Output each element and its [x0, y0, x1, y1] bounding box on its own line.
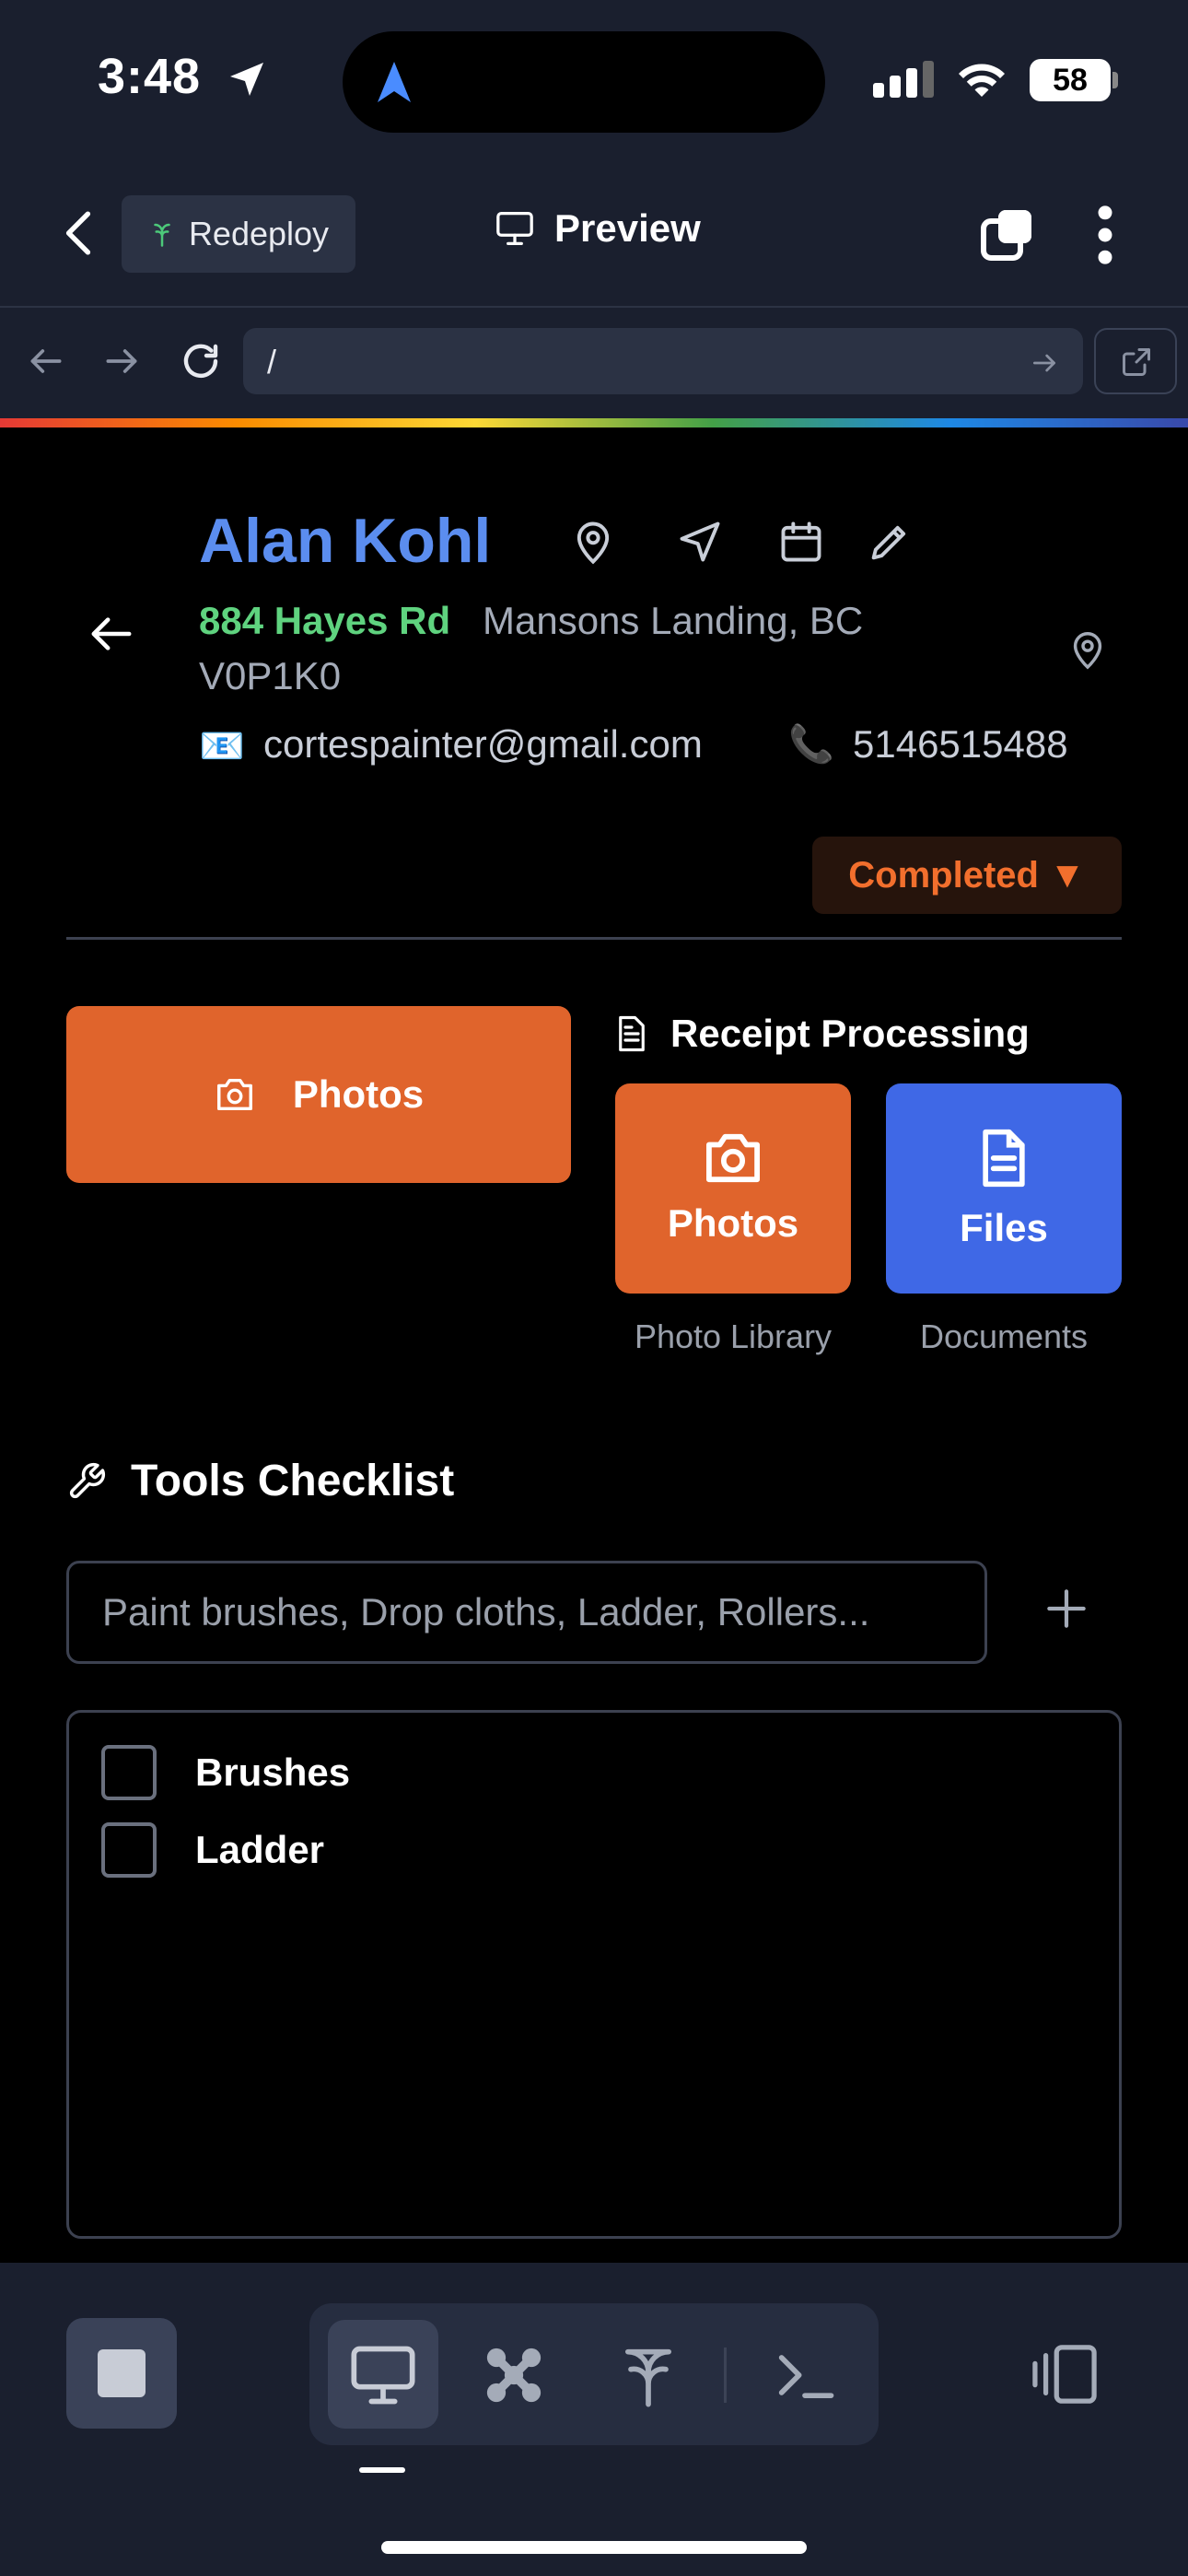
street-address: 884 Hayes Rd: [199, 599, 451, 642]
receipt-title-text: Receipt Processing: [670, 1012, 1030, 1055]
toolbar-separator: [724, 2348, 727, 2403]
file-icon: [983, 1129, 1025, 1188]
redeploy-button[interactable]: Redeploy: [122, 195, 355, 273]
receipt-files-button[interactable]: Files: [886, 1083, 1122, 1294]
url-text: /: [267, 343, 277, 381]
navigate-icon[interactable]: [676, 518, 724, 566]
deploy-icon: [154, 223, 170, 247]
device-toggle-icon[interactable]: [1030, 2342, 1100, 2406]
camera-icon: [216, 1078, 252, 1111]
dynamic-island: [343, 31, 825, 133]
location-pin-icon[interactable]: [1066, 626, 1109, 673]
phone-icon: 📞: [788, 724, 834, 765]
cellular-signal-icon: [873, 61, 939, 98]
loading-progress-bar: [0, 418, 1188, 427]
add-tool-plus-icon[interactable]: [1041, 1583, 1092, 1634]
home-indicator: [381, 2541, 807, 2554]
photos-button[interactable]: Photos: [66, 1006, 571, 1183]
battery-indicator: 58: [1030, 59, 1111, 101]
section-divider: [66, 937, 1122, 940]
navigation-icon: [378, 62, 411, 102]
back-chevron-icon[interactable]: [63, 210, 94, 256]
wrench-icon: [69, 1462, 106, 1498]
preview-tab[interactable]: Preview: [494, 206, 701, 251]
checklist-item-label: Ladder: [195, 1828, 325, 1871]
camera-icon: [706, 1133, 760, 1183]
reload-icon[interactable]: [179, 339, 223, 383]
url-field[interactable]: [243, 328, 1083, 394]
back-arrow-icon[interactable]: [90, 615, 133, 652]
receipt-processing-heading: Receipt Processing: [615, 1012, 1030, 1056]
receipt-photos-label: Photos: [667, 1201, 799, 1245]
email-icon: 📧: [199, 726, 245, 767]
checklist-item[interactable]: Ladder: [101, 1822, 324, 1878]
go-arrow-icon[interactable]: [1030, 348, 1059, 378]
map-pin-icon[interactable]: [569, 518, 617, 566]
client-name: Alan Kohl: [199, 506, 492, 576]
deployments-icon[interactable]: [613, 2340, 683, 2410]
postal-code: V0P1K0: [199, 654, 342, 697]
browser-forward-icon[interactable]: [101, 341, 142, 381]
checklist-item-label: Brushes: [195, 1751, 351, 1794]
tabs-icon[interactable]: [980, 206, 1035, 262]
redeploy-label: Redeploy: [188, 215, 330, 252]
calendar-icon[interactable]: [777, 518, 825, 566]
checklist-item[interactable]: Brushes: [101, 1745, 350, 1800]
tools-checklist-heading: Tools Checklist: [66, 1456, 454, 1506]
client-email[interactable]: cortespainter@gmail.com: [263, 722, 703, 767]
status-dropdown[interactable]: Completed ▼: [812, 837, 1122, 914]
checkbox[interactable]: [101, 1745, 157, 1800]
photos-button-label: Photos: [292, 1072, 425, 1116]
open-external-button[interactable]: [1094, 328, 1177, 394]
status-time: 3:48: [98, 49, 202, 104]
agent-icon[interactable]: [479, 2340, 549, 2410]
terminal-icon[interactable]: [770, 2340, 840, 2410]
active-tab-indicator: [359, 2467, 405, 2473]
preview-monitor-icon[interactable]: [348, 2340, 418, 2410]
edit-pencil-icon[interactable]: [866, 518, 914, 566]
location-arrow-icon: [230, 63, 263, 96]
preview-label: Preview: [554, 206, 701, 250]
monitor-icon: [496, 211, 533, 245]
receipt-files-label: Files: [960, 1206, 1048, 1249]
add-tool-input[interactable]: [66, 1561, 987, 1664]
client-phone[interactable]: 5146515488: [853, 722, 1068, 767]
city-province: Mansons Landing, BC: [483, 599, 864, 642]
browser-back-icon[interactable]: [26, 341, 66, 381]
wifi-icon: [959, 64, 1005, 97]
external-link-icon: [1123, 348, 1150, 376]
tools-title-text: Tools Checklist: [131, 1457, 455, 1505]
battery-tip: [1112, 72, 1118, 88]
more-options-icon[interactable]: [1096, 205, 1114, 265]
documents-caption: Documents: [919, 1317, 1089, 1355]
checkbox[interactable]: [101, 1822, 157, 1878]
photo-library-caption: Photo Library: [634, 1317, 833, 1355]
receipt-photos-button[interactable]: Photos: [615, 1083, 851, 1294]
stop-icon: [98, 2349, 146, 2397]
document-icon: [619, 1015, 645, 1052]
